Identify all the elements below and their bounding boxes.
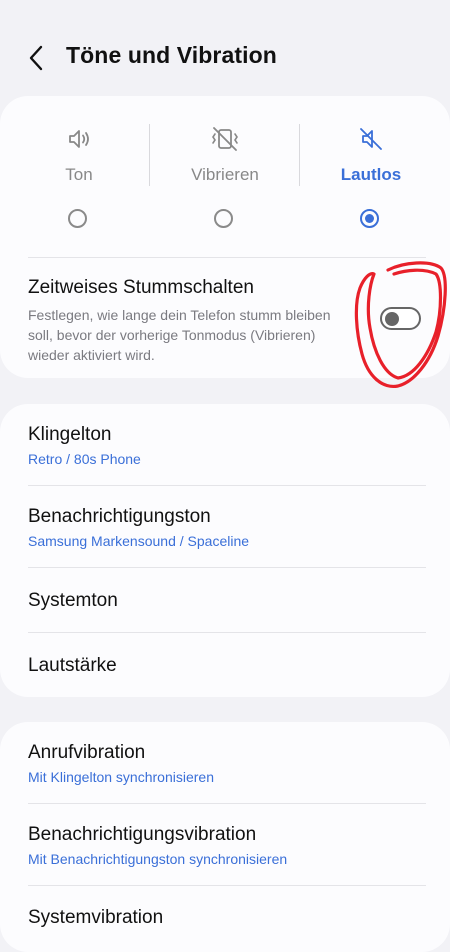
page-title: Töne und Vibration xyxy=(66,42,277,68)
setting-title: Lautstärke xyxy=(28,655,117,676)
divider xyxy=(28,257,426,258)
setting-subtitle: Samsung Markensound / Spaceline xyxy=(28,533,250,549)
mode-option-silent[interactable]: Lautlos xyxy=(296,124,446,264)
radio-sound[interactable] xyxy=(68,209,87,228)
setting-volume[interactable]: Lautstärke xyxy=(0,633,450,697)
setting-call-vibration[interactable]: Anrufvibration Mit Klingelton synchronis… xyxy=(0,722,450,804)
mode-label-sound: Ton xyxy=(65,165,93,184)
toggle-knob xyxy=(385,311,399,326)
temporary-mute-description: Festlegen, wie lange dein Telefon stumm … xyxy=(28,307,331,363)
chevron-left-icon xyxy=(29,45,43,71)
setting-title: Klingelton xyxy=(28,424,112,445)
setting-subtitle: Mit Klingelton synchronisieren xyxy=(28,769,214,785)
setting-notification-sound[interactable]: Benachrichtigungston Samsung Markensound… xyxy=(0,486,450,568)
temporary-mute-title: Zeitweises Stummschalten xyxy=(28,277,254,298)
setting-notification-vibration[interactable]: Benachrichtigungsvibration Mit Benachric… xyxy=(0,804,450,886)
mode-option-vibrate[interactable]: Vibrieren xyxy=(150,124,300,264)
setting-title: Systemvibration xyxy=(28,907,164,928)
setting-title: Benachrichtigungston xyxy=(28,506,211,527)
sound-mode-card: Ton Vibrieren Lautlos Zeitweises Stummsc… xyxy=(0,96,450,378)
temporary-mute-toggle[interactable] xyxy=(380,307,421,330)
speaker-icon xyxy=(69,130,89,148)
header: Töne und Vibration xyxy=(0,30,450,86)
setting-title: Anrufvibration xyxy=(28,742,146,763)
setting-system-vibration[interactable]: Systemvibration xyxy=(0,886,450,952)
setting-title: Benachrichtigungsvibration xyxy=(28,824,257,845)
mode-label-silent: Lautlos xyxy=(340,165,402,184)
setting-system-sound[interactable]: Systemton xyxy=(0,568,450,633)
mode-label-vibrate: Vibrieren xyxy=(191,165,259,184)
setting-subtitle: Mit Benachrichtigungston synchronisieren xyxy=(28,851,288,867)
setting-subtitle: Retro / 80s Phone xyxy=(28,451,141,467)
back-button[interactable] xyxy=(24,42,52,74)
setting-title: Systemton xyxy=(28,590,118,611)
speaker-muted-icon xyxy=(360,128,382,150)
vibrate-icon xyxy=(212,127,238,151)
vibration-settings-card: Anrufvibration Mit Klingelton synchronis… xyxy=(0,722,450,952)
radio-silent[interactable] xyxy=(360,209,379,228)
mode-option-sound[interactable]: Ton xyxy=(4,124,154,264)
setting-ringtone[interactable]: Klingelton Retro / 80s Phone xyxy=(0,404,450,486)
radio-vibrate[interactable] xyxy=(214,209,233,228)
sound-settings-card: Klingelton Retro / 80s Phone Benachricht… xyxy=(0,404,450,697)
